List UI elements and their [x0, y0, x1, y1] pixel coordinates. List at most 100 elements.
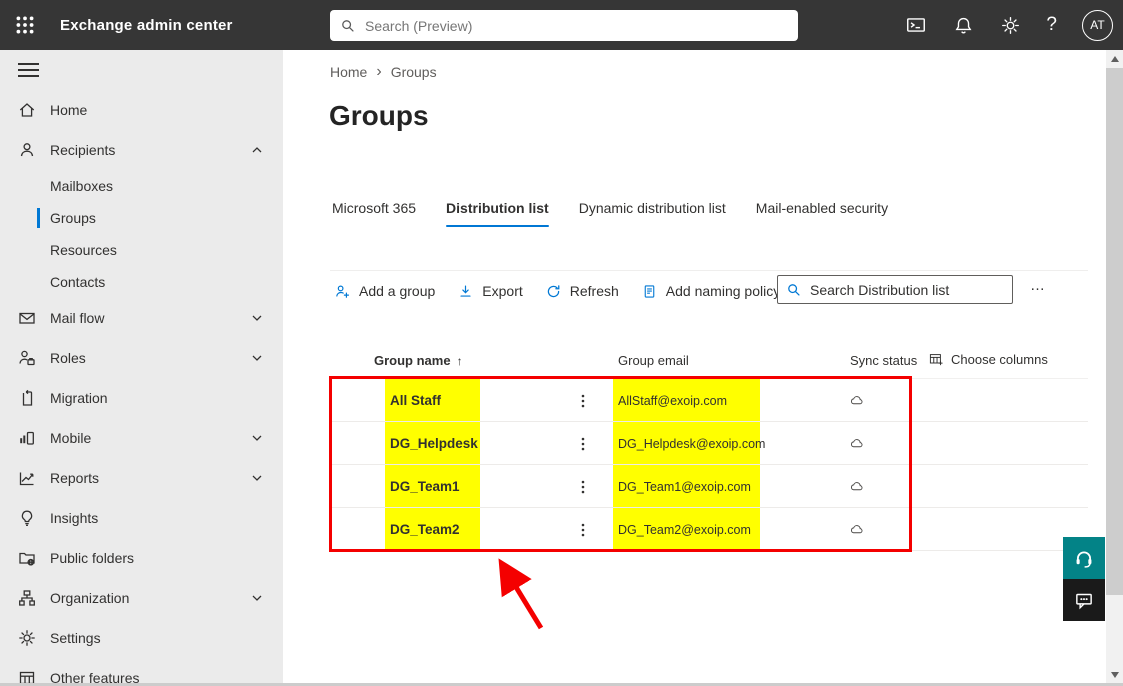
sidebar-item-groups[interactable]: Groups [0, 202, 283, 234]
migration-document-icon [17, 388, 37, 408]
column-header-sync-status[interactable]: Sync status [850, 353, 917, 368]
sidebar-item-resources[interactable]: Resources [0, 234, 283, 266]
choose-columns-icon [928, 351, 944, 367]
notifications-bell-icon[interactable] [952, 14, 974, 36]
choose-columns-label: Choose columns [951, 352, 1048, 367]
refresh-label: Refresh [570, 283, 619, 299]
cloud-sync-icon [848, 521, 865, 538]
feedback-button[interactable] [1063, 579, 1105, 621]
groups-tabs: Microsoft 365 Distribution list Dynamic … [332, 200, 888, 227]
sidebar-item-mobile[interactable]: Mobile [0, 418, 283, 458]
sidebar-item-label: Mobile [50, 430, 91, 446]
column-header-group-email[interactable]: Group email [618, 353, 689, 368]
sync-status-cell [846, 465, 866, 508]
group-name: DG_Helpdesk [390, 436, 478, 451]
global-search-box[interactable] [330, 10, 798, 41]
sidebar-item-insights[interactable]: Insights [0, 498, 283, 538]
group-email-cell: DG_Team1@exoip.com [613, 465, 760, 508]
sidebar-item-label: Home [50, 102, 87, 118]
sidebar-item-public-folders[interactable]: Public folders [0, 538, 283, 578]
export-button[interactable]: Export [446, 277, 533, 306]
sync-status-cell [846, 508, 866, 551]
scrollbar-up-arrow[interactable] [1106, 50, 1123, 67]
distribution-list-search-box[interactable] [777, 275, 1013, 304]
sidebar-item-mailboxes[interactable]: Mailboxes [0, 170, 283, 202]
group-name-cell: DG_Team1 [385, 465, 480, 508]
more-actions-ellipsis[interactable]: … [1030, 277, 1046, 294]
table-row[interactable]: DG_Team1 DG_Team1@exoip.com [283, 465, 1106, 508]
scrollbar-thumb[interactable] [1106, 68, 1123, 595]
folder-globe-icon [17, 548, 37, 568]
left-navigation: Home Recipients Mailboxes Groups Resourc… [0, 50, 283, 686]
table-row[interactable]: DG_Helpdesk DG_Helpdesk@exoip.com [283, 422, 1106, 465]
row-actions-button[interactable] [573, 508, 593, 551]
settings-gear-icon[interactable] [999, 14, 1021, 36]
breadcrumb-current: Groups [391, 64, 437, 80]
group-name-header-label: Group name [374, 353, 451, 368]
sidebar-item-label: Insights [50, 510, 98, 526]
sidebar-item-settings[interactable]: Settings [0, 618, 283, 658]
column-header-group-name[interactable]: Group name↑ [374, 353, 463, 368]
cloud-shell-terminal-icon[interactable] [905, 14, 927, 36]
sidebar-item-label: Groups [50, 210, 96, 226]
add-naming-policy-button[interactable]: Add naming policy [630, 277, 791, 306]
breadcrumb: Home › Groups [330, 63, 437, 81]
row-actions-button[interactable] [573, 379, 593, 422]
tab-distribution-list[interactable]: Distribution list [446, 200, 549, 227]
sidebar-item-label: Migration [50, 390, 108, 406]
line-chart-icon [17, 468, 37, 488]
row-actions-button[interactable] [573, 465, 593, 508]
search-icon [340, 18, 356, 34]
home-icon [17, 100, 37, 120]
search-icon [786, 282, 802, 298]
add-group-label: Add a group [359, 283, 435, 299]
vertical-ellipsis-icon [576, 479, 590, 495]
tab-mail-enabled-security[interactable]: Mail-enabled security [756, 200, 888, 227]
group-email: AllStaff@exoip.com [618, 394, 727, 408]
sidebar-item-home[interactable]: Home [0, 90, 283, 130]
distribution-list-search-input[interactable] [810, 282, 1004, 298]
breadcrumb-separator: › [376, 63, 381, 81]
add-group-button[interactable]: Add a group [323, 277, 446, 306]
group-name-cell: DG_Helpdesk [385, 422, 480, 465]
nav-collapse-hamburger-icon[interactable] [0, 50, 283, 90]
vertical-ellipsis-icon [576, 436, 590, 452]
sidebar-item-recipients[interactable]: Recipients [0, 130, 283, 170]
account-avatar[interactable]: AT [1082, 10, 1113, 41]
sidebar-item-label: Mail flow [50, 310, 104, 326]
choose-columns-button[interactable]: Choose columns [928, 351, 1048, 367]
headset-icon [1072, 546, 1096, 570]
global-search-input[interactable] [365, 18, 788, 34]
sidebar-item-mail-flow[interactable]: Mail flow [0, 298, 283, 338]
sidebar-item-other-features[interactable]: Other features [0, 658, 283, 686]
topbar-actions: ? AT [905, 0, 1113, 50]
group-name-cell: All Staff [385, 379, 480, 422]
vertical-scrollbar[interactable] [1106, 50, 1123, 683]
sidebar-item-migration[interactable]: Migration [0, 378, 283, 418]
support-headset-button[interactable] [1063, 537, 1105, 579]
sidebar-item-contacts[interactable]: Contacts [0, 266, 283, 298]
sidebar-item-roles[interactable]: Roles [0, 338, 283, 378]
sidebar-item-label: Recipients [50, 142, 115, 158]
scrollbar-down-arrow[interactable] [1106, 666, 1123, 683]
tab-dynamic-distribution-list[interactable]: Dynamic distribution list [579, 200, 726, 227]
table-row[interactable]: All Staff AllStaff@exoip.com [283, 379, 1106, 422]
breadcrumb-home-link[interactable]: Home [330, 64, 367, 80]
refresh-button[interactable]: Refresh [534, 277, 630, 306]
chevron-down-icon [250, 431, 264, 445]
sidebar-item-reports[interactable]: Reports [0, 458, 283, 498]
naming-policy-document-icon [641, 283, 658, 300]
app-launcher-waffle-icon[interactable] [0, 0, 50, 50]
export-label: Export [482, 283, 522, 299]
sidebar-item-organization[interactable]: Organization [0, 578, 283, 618]
row-actions-button[interactable] [573, 422, 593, 465]
chevron-up-icon [250, 143, 264, 157]
group-email: DG_Team2@exoip.com [618, 523, 751, 537]
export-download-icon [457, 283, 474, 300]
vertical-ellipsis-icon [576, 522, 590, 538]
tab-microsoft-365[interactable]: Microsoft 365 [332, 200, 416, 227]
table-row[interactable]: DG_Team2 DG_Team2@exoip.com [283, 508, 1106, 551]
chevron-down-icon [250, 471, 264, 485]
help-icon[interactable]: ? [1046, 14, 1057, 36]
sidebar-item-label: Contacts [50, 274, 105, 290]
